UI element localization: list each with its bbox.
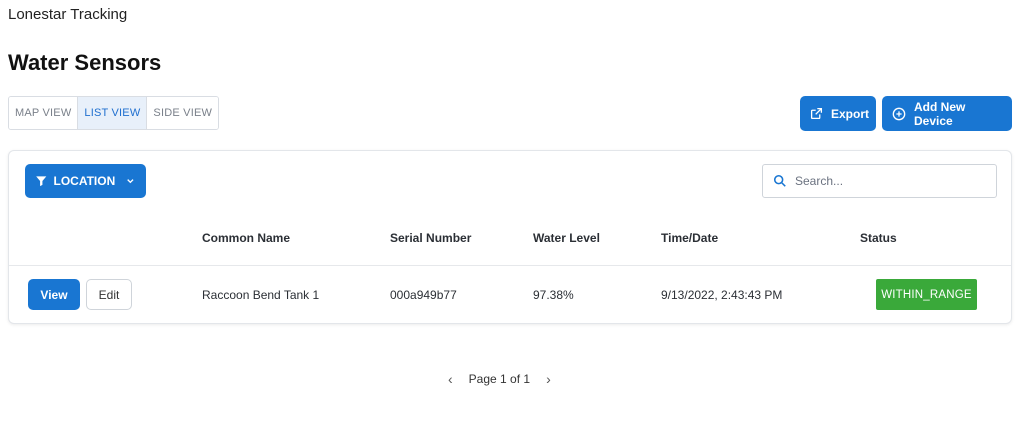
search-box xyxy=(762,164,997,198)
status-badge: WITHIN_RANGE xyxy=(876,279,977,310)
row-divider xyxy=(9,265,1011,266)
export-label: Export xyxy=(831,106,870,121)
view-button[interactable]: View xyxy=(28,279,80,310)
search-icon xyxy=(773,174,786,187)
page-title: Water Sensors xyxy=(8,50,162,75)
add-device-button[interactable]: Add New Device xyxy=(882,96,1012,131)
previous-page-icon[interactable]: ‹ xyxy=(448,371,453,387)
location-filter-label: LOCATION xyxy=(53,174,116,188)
tab-list-view[interactable]: LIST VIEW xyxy=(78,97,148,129)
next-page-icon[interactable]: › xyxy=(546,371,551,387)
page-indicator: Page 1 of 1 xyxy=(468,372,531,386)
view-toggle: MAP VIEW LIST VIEW SIDE VIEW xyxy=(8,96,220,130)
edit-button[interactable]: Edit xyxy=(86,279,132,310)
app-title: Lonestar Tracking xyxy=(8,6,128,23)
cell-water-level: 97.38% xyxy=(533,288,574,302)
plus-circle-icon xyxy=(892,107,906,120)
column-header-water-level[interactable]: Water Level xyxy=(533,231,600,245)
column-header-time-date[interactable]: Time/Date xyxy=(661,231,718,245)
add-device-label: Add New Device xyxy=(914,99,966,128)
cell-common-name: Raccoon Bend Tank 1 xyxy=(202,288,320,302)
cell-time-date: 9/13/2022, 2:43:43 PM xyxy=(661,288,783,302)
tab-map-view[interactable]: MAP VIEW xyxy=(9,97,79,129)
column-header-common-name[interactable]: Common Name xyxy=(202,231,290,245)
tab-side-view[interactable]: SIDE VIEW xyxy=(147,97,219,129)
search-input[interactable] xyxy=(795,174,975,188)
location-filter-button[interactable]: LOCATION xyxy=(25,164,146,198)
column-header-serial-number[interactable]: Serial Number xyxy=(390,231,471,245)
devices-card: LOCATION Common Name Serial Number Water… xyxy=(8,150,1012,324)
cell-serial-number: 000a949b77 xyxy=(390,288,457,302)
column-header-status[interactable]: Status xyxy=(860,231,897,245)
pagination: ‹ Page 1 of 1 › xyxy=(448,370,551,388)
chevron-down-icon xyxy=(127,179,134,184)
export-button[interactable]: Export xyxy=(800,96,876,131)
external-link-icon xyxy=(810,107,823,120)
filter-icon xyxy=(36,176,47,187)
